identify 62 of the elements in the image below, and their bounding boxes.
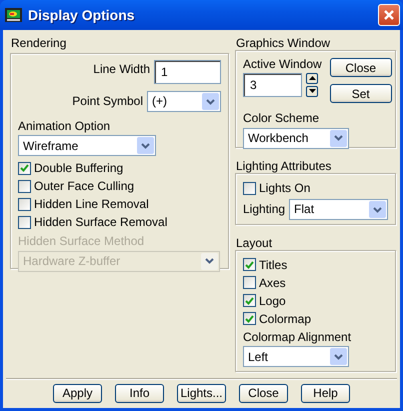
- checkbox[interactable]: [243, 294, 256, 308]
- window-title: Display Options: [28, 6, 136, 24]
- checkbox-label: Lights On: [259, 180, 310, 196]
- input-field[interactable]: 3: [243, 72, 302, 97]
- chevron-down-icon: [206, 98, 215, 104]
- dropdown[interactable]: Wireframe: [18, 135, 156, 156]
- button[interactable]: Lights...: [177, 384, 226, 403]
- checkbox-label: Outer Face Culling: [34, 179, 134, 194]
- button[interactable]: Close: [239, 384, 288, 403]
- dropdown[interactable]: Flat: [289, 199, 388, 220]
- field-label: Lighting: [243, 202, 286, 217]
- close-button[interactable]: [378, 4, 400, 26]
- triangle-up-icon: [308, 76, 316, 80]
- field-label: Active Window: [243, 57, 322, 72]
- group-title: Rendering: [10, 36, 68, 52]
- chevron-down-icon: [373, 206, 382, 213]
- checkbox[interactable]: [243, 276, 256, 290]
- checkbox-label: Axes: [259, 276, 286, 290]
- button[interactable]: Apply: [53, 384, 102, 403]
- app-icon: [5, 8, 22, 22]
- checkbox-label: Titles: [259, 258, 288, 272]
- field-label: Point Symbol: [72, 94, 143, 109]
- close-icon: [383, 9, 395, 21]
- button[interactable]: Close: [330, 58, 392, 78]
- field-label: Colormap Alignment: [243, 330, 352, 344]
- checkbox-label: Hidden Line Removal: [34, 197, 149, 212]
- checkmark-icon: [245, 260, 254, 269]
- checkmark-icon: [20, 164, 29, 172]
- button[interactable]: Set: [330, 84, 392, 104]
- checkbox[interactable]: [243, 258, 256, 272]
- checkbox[interactable]: [243, 312, 256, 326]
- spin-up-button[interactable]: [306, 72, 318, 84]
- checkbox-label: Double Buffering: [34, 161, 124, 176]
- checkbox[interactable]: [18, 216, 31, 229]
- field-label: Line Width: [93, 61, 150, 78]
- checkbox-label: Hidden Surface Removal: [34, 215, 168, 230]
- checkbox-label: Logo: [259, 294, 286, 308]
- field-label: Hidden Surface Method: [18, 234, 146, 249]
- checkmark-icon: [245, 314, 254, 323]
- chevron-down-icon: [205, 258, 214, 264]
- field-label: Animation Option: [18, 119, 112, 134]
- chevron-down-icon: [334, 135, 343, 142]
- dropdown[interactable]: Workbench: [243, 128, 349, 149]
- field-label: Color Scheme: [243, 111, 320, 126]
- dropdown[interactable]: Left: [243, 346, 349, 368]
- input-field[interactable]: 1: [154, 60, 221, 84]
- spin-down-button[interactable]: [306, 86, 318, 97]
- triangle-down-icon: [308, 89, 316, 94]
- checkmark-icon: [245, 296, 254, 305]
- chevron-down-icon: [141, 142, 150, 149]
- button[interactable]: Info: [115, 384, 164, 403]
- group-title: Layout: [235, 236, 274, 250]
- checkbox[interactable]: [243, 182, 256, 195]
- group-title: Graphics Window: [235, 36, 332, 50]
- button[interactable]: Help: [301, 384, 350, 403]
- checkbox[interactable]: [18, 198, 31, 211]
- chevron-down-icon: [334, 354, 343, 360]
- checkbox[interactable]: [18, 162, 31, 175]
- group-title: Lighting Attributes: [235, 158, 332, 174]
- checkbox[interactable]: [18, 180, 31, 193]
- dropdown[interactable]: (+): [147, 91, 221, 112]
- checkbox-label: Colormap: [259, 312, 312, 326]
